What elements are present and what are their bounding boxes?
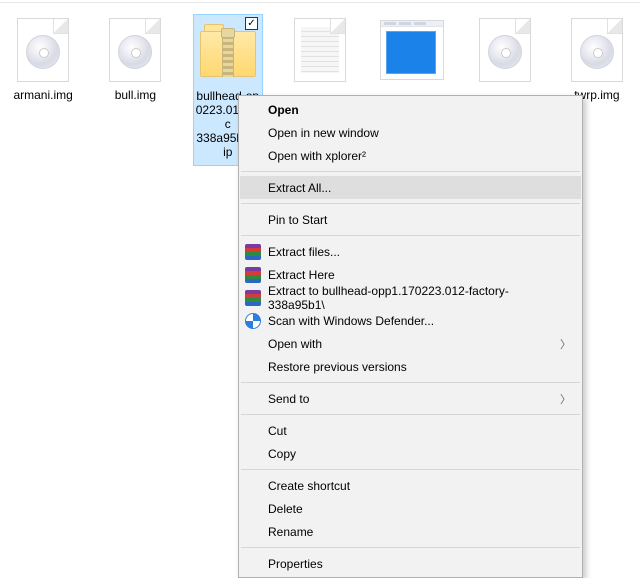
winrar-icon [245,290,261,306]
menu-open-with[interactable]: Open with〉 [240,332,581,355]
menu-extract-files[interactable]: Extract files... [240,240,581,263]
menu-delete[interactable]: Delete [240,497,581,520]
menu-open-new-window[interactable]: Open in new window [240,121,581,144]
disc-icon [103,18,167,82]
menu-separator [241,547,580,548]
file-label: armani.img [11,88,74,102]
menu-open[interactable]: Open [240,98,581,121]
disc-icon [11,18,75,82]
menu-separator [241,171,580,172]
menu-properties[interactable]: Properties [240,552,581,575]
winrar-icon [245,267,261,283]
menu-open-xplorer[interactable]: Open with xplorer² [240,144,581,167]
chevron-right-icon: 〉 [560,391,571,407]
menu-pin-to-start[interactable]: Pin to Start [240,208,581,231]
menu-separator [241,382,580,383]
menu-rename[interactable]: Rename [240,520,581,543]
file-item[interactable]: armani.img [8,14,78,166]
context-menu: Open Open in new window Open with xplore… [238,95,583,578]
menu-scan-defender[interactable]: Scan with Windows Defender... [240,309,581,332]
winrar-icon [245,244,261,260]
document-icon [288,18,352,82]
menu-send-to[interactable]: Send to〉 [240,387,581,410]
menu-separator [241,469,580,470]
menu-separator [241,414,580,415]
menu-create-shortcut[interactable]: Create shortcut [240,474,581,497]
menu-restore-previous[interactable]: Restore previous versions [240,355,581,378]
menu-cut[interactable]: Cut [240,419,581,442]
zip-folder-icon [196,19,260,83]
menu-separator [241,235,580,236]
defender-icon [245,313,261,329]
menu-extract-to[interactable]: Extract to bullhead-opp1.170223.012-fact… [240,286,581,309]
menu-copy[interactable]: Copy [240,442,581,465]
menu-extract-all[interactable]: Extract All... [240,176,581,199]
disc-icon [473,18,537,82]
file-item[interactable]: bull.img [100,14,170,166]
image-preview-icon [380,18,444,82]
file-label: bull.img [113,88,158,102]
chevron-right-icon: 〉 [560,336,571,352]
disc-icon [565,18,629,82]
menu-separator [241,203,580,204]
